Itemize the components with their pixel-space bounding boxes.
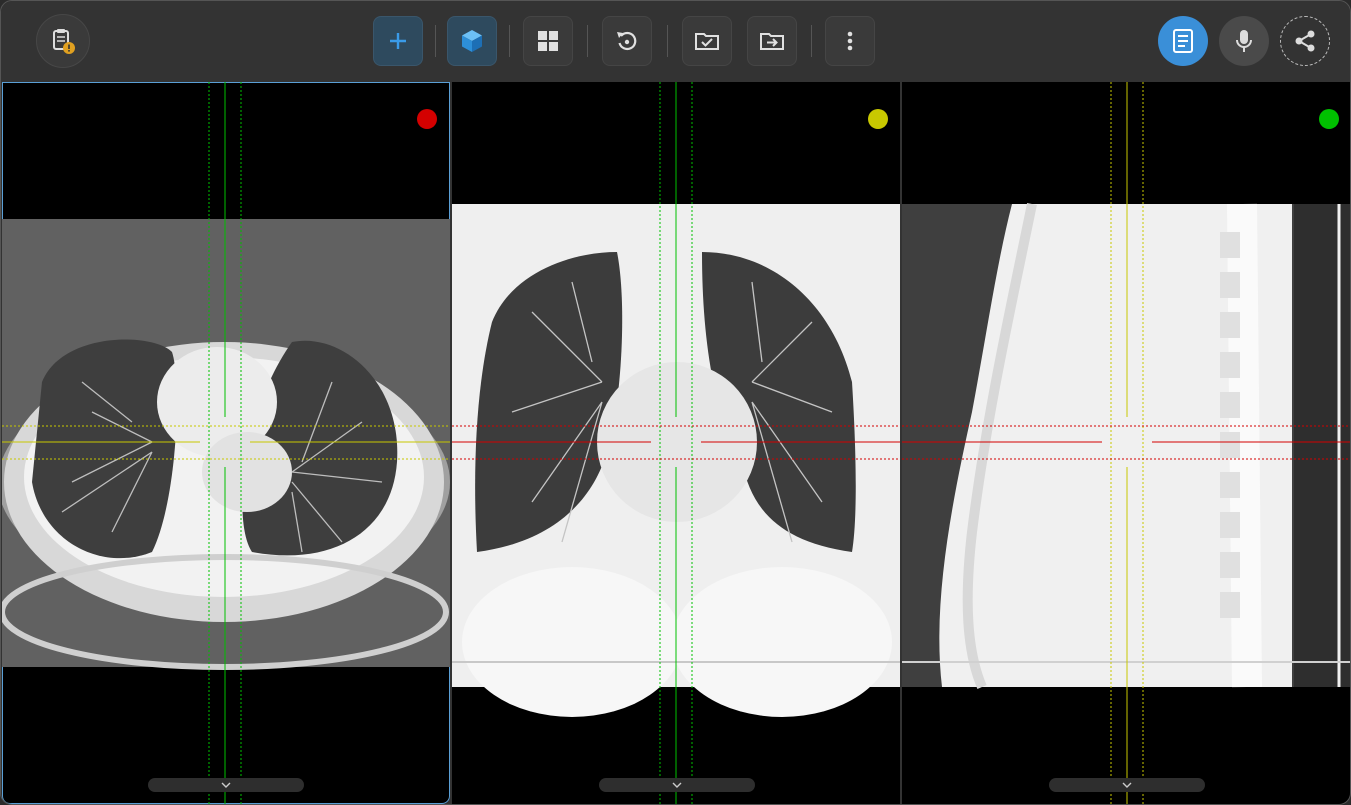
sagittal-slice-slider[interactable] [1049, 778, 1205, 792]
share-button[interactable] [1280, 16, 1330, 66]
microphone-icon [1236, 30, 1252, 52]
coronal-indicator-dot [868, 109, 888, 129]
coronal-crosshair[interactable] [452, 82, 900, 804]
microphone-button[interactable] [1219, 16, 1269, 66]
axial-slice-slider[interactable] [148, 778, 304, 792]
grid-layout-icon [538, 31, 558, 51]
more-options-button[interactable] [825, 16, 875, 66]
toolbar-divider [667, 25, 668, 57]
top-toolbar [1, 1, 1350, 81]
share-icon [1295, 30, 1315, 52]
report-button[interactable] [1158, 16, 1208, 66]
reset-rotate-icon [617, 31, 637, 51]
3d-view-button[interactable] [447, 16, 497, 66]
add-icon [390, 33, 406, 49]
chevron-down-icon [672, 782, 682, 788]
toolbar-divider [509, 25, 510, 57]
folder-check-icon [695, 33, 719, 50]
reset-view-button[interactable] [602, 16, 652, 66]
sagittal-indicator-dot [1319, 109, 1339, 129]
report-status-button[interactable] [36, 14, 90, 68]
coronal-slice-slider[interactable] [599, 778, 755, 792]
axial-viewport[interactable] [2, 82, 450, 804]
save-to-folder-button[interactable] [682, 16, 732, 66]
layout-button[interactable] [523, 16, 573, 66]
chevron-down-icon [1122, 782, 1132, 788]
sagittal-viewport[interactable] [902, 82, 1350, 804]
more-vertical-icon [847, 31, 853, 51]
add-button[interactable] [373, 16, 423, 66]
toolbar-divider [811, 25, 812, 57]
sagittal-crosshair[interactable] [902, 82, 1350, 804]
app-window [0, 0, 1351, 805]
export-to-folder-button[interactable] [747, 16, 797, 66]
toolbar-divider [435, 25, 436, 57]
cube-3d-icon [462, 30, 482, 52]
toolbar-divider [587, 25, 588, 57]
axial-crosshair[interactable] [2, 82, 450, 804]
report-document-icon [1173, 29, 1193, 53]
clipboard-warning-icon [53, 29, 75, 54]
chevron-down-icon [221, 782, 231, 788]
coronal-viewport[interactable] [452, 82, 900, 804]
axial-indicator-dot [417, 109, 437, 129]
folder-export-icon [760, 33, 784, 50]
